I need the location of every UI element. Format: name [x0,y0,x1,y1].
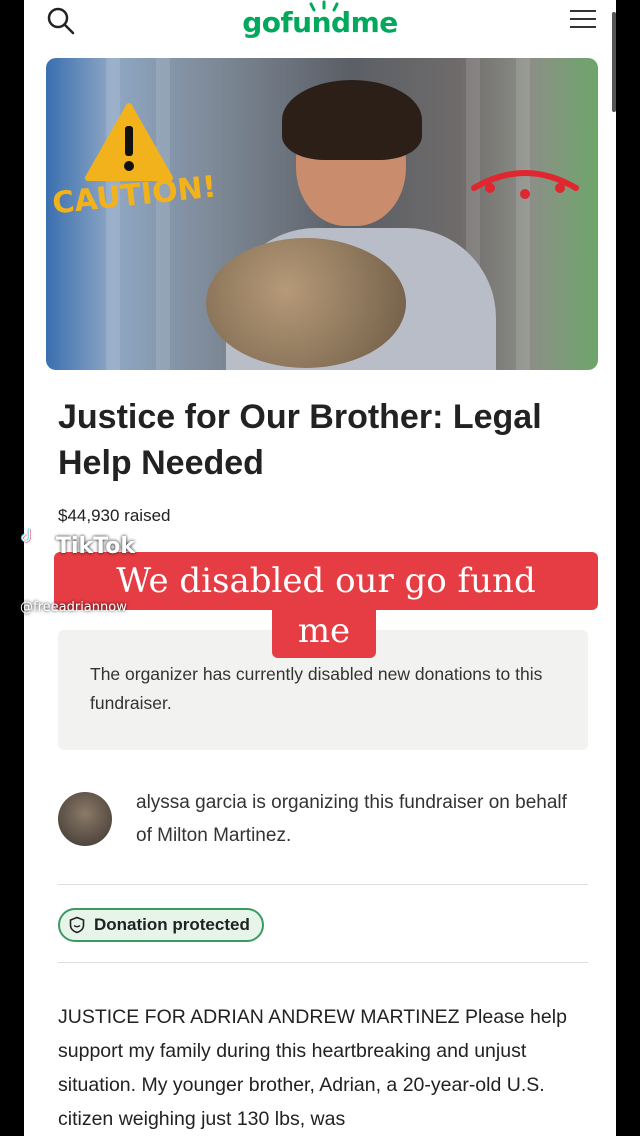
cat-figure [206,238,406,368]
shield-icon [69,916,85,934]
notice-text: The organizer has currently disabled new… [90,664,543,713]
divider [58,962,588,963]
warning-triangle-icon [85,103,173,181]
fundraiser-title: Justice for Our Brother: Legal Help Need… [58,398,542,482]
hamburger-menu-icon[interactable] [570,10,596,30]
video-caption-line-1: We disabled our go fund [54,552,598,610]
tiktok-watermark: TikTok [56,534,136,559]
fundraiser-story: JUSTICE FOR ADRIAN ANDREW MARTINEZ Pleas… [58,1006,567,1130]
fundraiser-hero-image: CAUTION! [46,58,598,370]
red-scribble-icon [471,170,579,199]
organizer-text: alyssa garcia is organizing this fundrai… [136,792,567,846]
video-caption-line-2: me [272,608,376,658]
organizer-avatar[interactable] [58,792,112,846]
gofundme-logo[interactable]: gofundme [24,6,616,39]
badge-label: Donation protected [94,915,250,934]
person-hair [282,80,422,160]
tiktok-username: @freeadriannow [20,600,127,615]
divider [58,884,588,885]
donation-protected-badge[interactable]: Donation protected [58,908,264,942]
phone-screen: gofundme CAUTION! Justice for Our Brothe… [24,0,616,1136]
top-bar: gofundme [24,0,616,50]
caution-sticker-text: CAUTION! [50,169,218,222]
